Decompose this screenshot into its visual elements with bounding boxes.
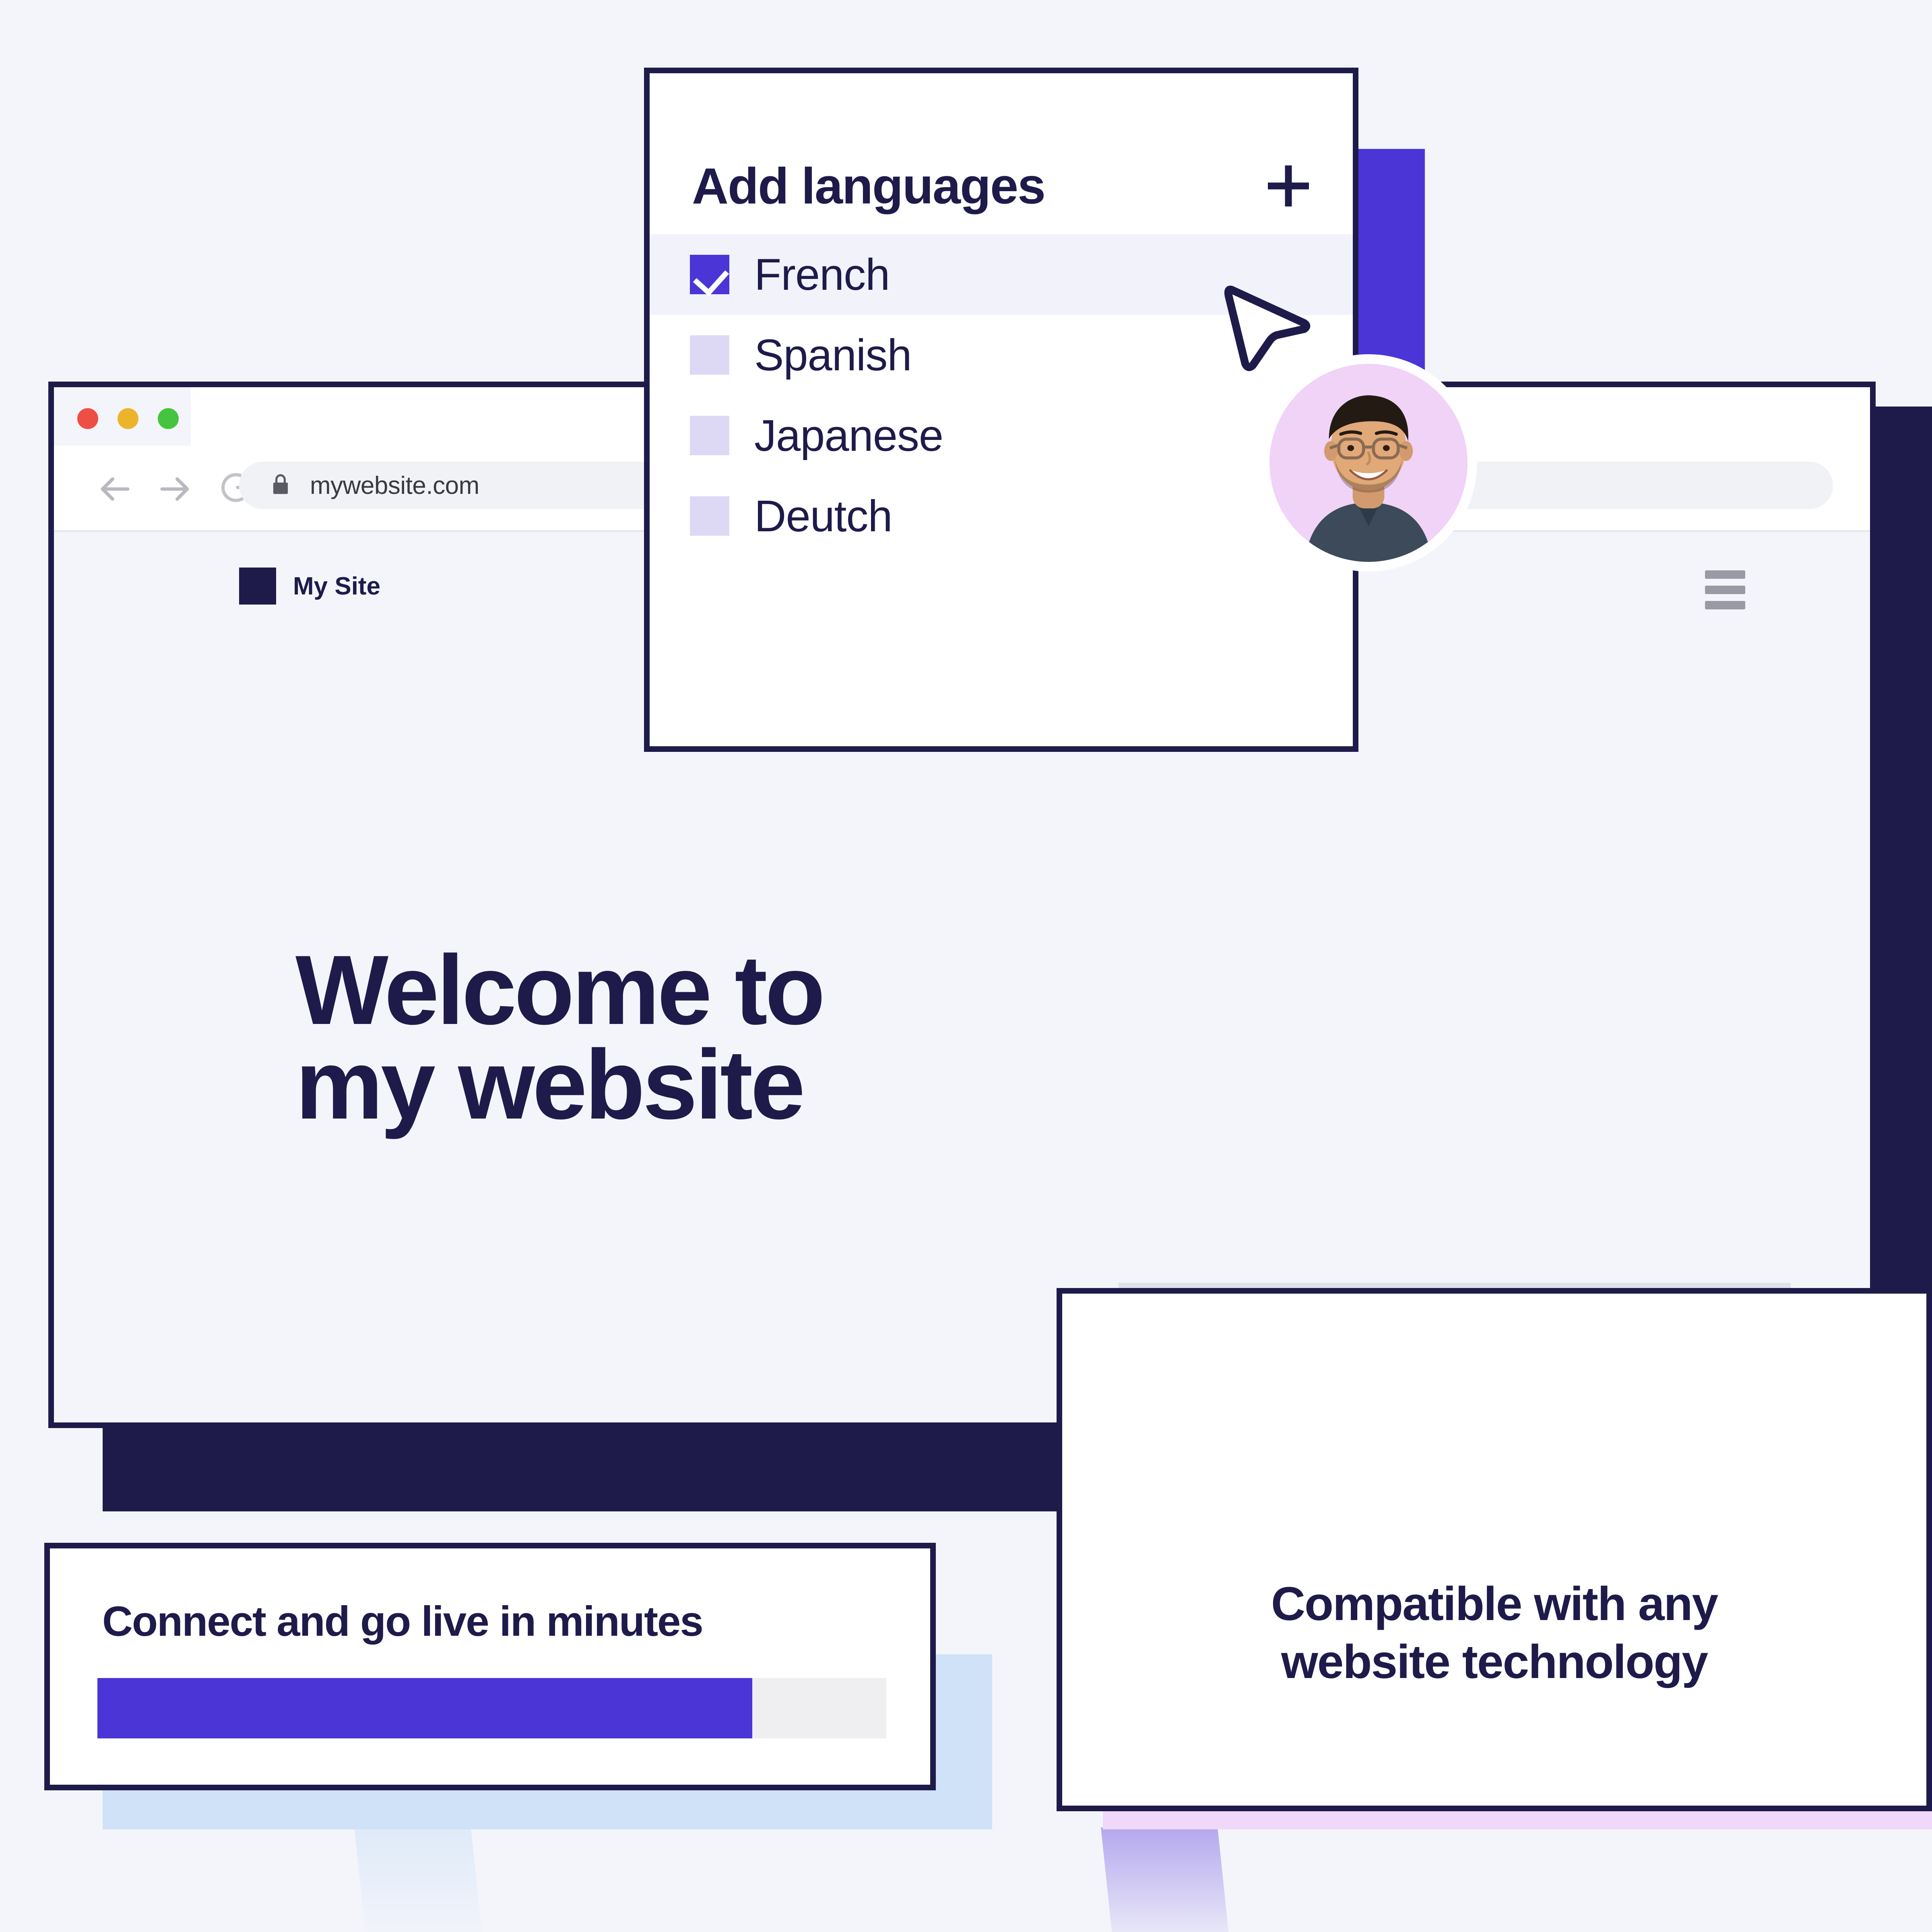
close-window-button[interactable] [77,408,98,429]
language-label: Spanish [754,330,912,380]
connect-card: Connect and go live in minutes [44,1543,936,1790]
hamburger-bar [1705,586,1745,594]
hamburger-bar [1705,570,1745,579]
panel-title: Add languages [692,157,1046,215]
hamburger-bar [1705,601,1745,609]
light-beam-purple [1101,1827,1231,1932]
language-label: French [754,250,890,299]
compatible-title-line-2: website technology [1281,1635,1708,1688]
hamburger-menu-icon[interactable] [1705,570,1745,609]
checkbox-icon[interactable] [690,335,729,375]
avatar-photo [1269,364,1468,562]
browser-nav-controls [94,469,255,509]
browser-shadow-right [1874,407,1932,1427]
add-languages-header: Add languages [650,73,1353,234]
back-arrow-icon[interactable] [94,469,134,509]
checkbox-icon[interactable] [690,496,729,536]
pointer-cursor-icon [1220,278,1316,374]
language-label: Japanese [754,411,943,460]
minimize-window-button[interactable] [118,408,138,429]
progress-bar-fill [97,1678,752,1738]
progress-bar-track [97,1678,886,1738]
avatar [1260,354,1477,572]
language-label: Deutch [754,491,893,541]
compatible-title-line-1: Compatible with any [1271,1577,1718,1631]
checkbox-checked-icon[interactable] [690,255,729,294]
browser-shadow-bottom [103,1427,1071,1511]
connect-card-title: Connect and go live in minutes [102,1598,704,1645]
window-controls[interactable] [77,408,179,429]
hero-heading-line-2: my website [295,1029,805,1140]
url-text: mywebsite.com [310,471,479,500]
lock-icon [268,472,293,499]
brand-logo-icon [239,568,276,605]
compatible-card-title: Compatible with any website technology [1062,1575,1926,1691]
hero-heading: Welcome to my website [295,935,1060,1140]
brand-name-label: My Site [293,572,381,600]
light-beam-blue [354,1827,484,1932]
language-option-japanese[interactable]: Japanese [650,395,1353,476]
illustration-canvas: mywebsite.com My Site Welcome to my webs [0,0,1932,1932]
plus-icon[interactable] [1264,162,1313,210]
forward-arrow-icon[interactable] [155,469,196,509]
maximize-window-button[interactable] [158,408,179,429]
add-languages-panel: Add languages French Spanish Japanese De… [644,68,1358,752]
language-option-deutch[interactable]: Deutch [650,476,1353,556]
checkbox-icon[interactable] [690,416,729,455]
compatible-card: Compatible with any website technology [1057,1288,1932,1811]
hero-heading-line-1: Welcome to [295,935,825,1045]
site-brand[interactable]: My Site [239,568,380,605]
